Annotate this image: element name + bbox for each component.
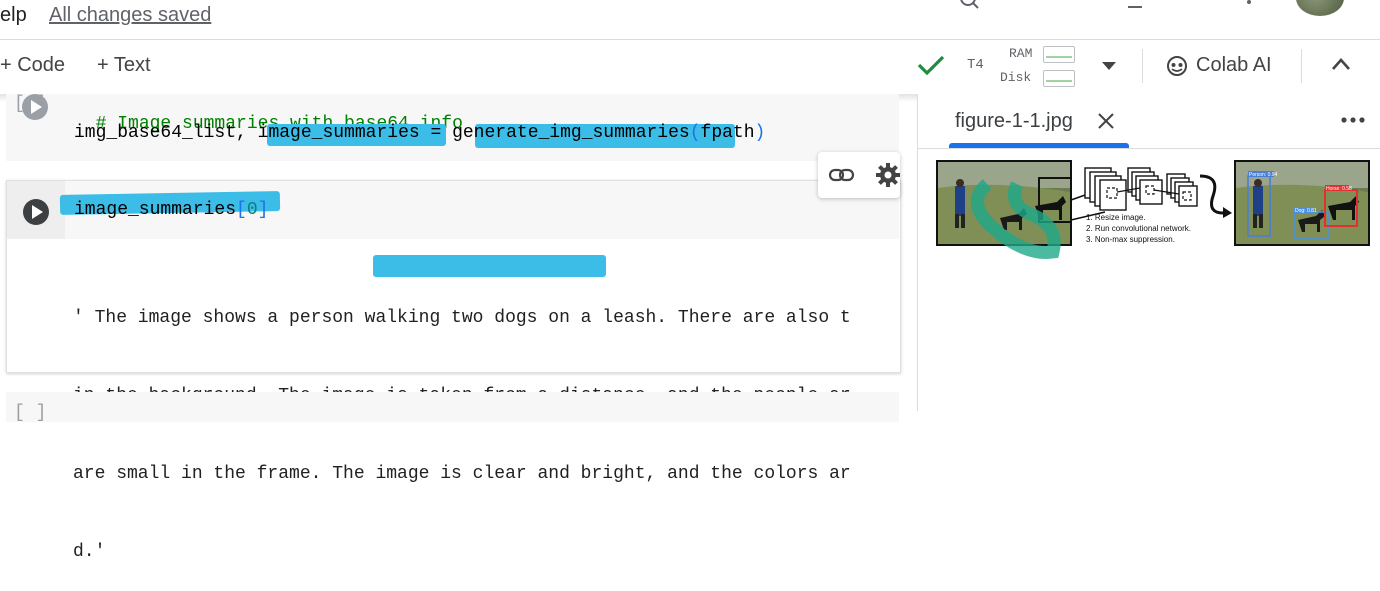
disk-meter[interactable] bbox=[1043, 70, 1075, 87]
code-line-assignment[interactable]: img_base64_list, image_summaries = gener… bbox=[74, 123, 765, 143]
menu-help[interactable]: elp bbox=[0, 4, 27, 27]
toolbar-separator bbox=[1301, 49, 1302, 83]
code-token: generate_img_summaries bbox=[452, 123, 690, 143]
run-cell-icon[interactable] bbox=[21, 197, 51, 227]
tab-divider bbox=[918, 148, 1380, 149]
resources-dropdown-icon[interactable] bbox=[1100, 60, 1118, 72]
output-line: d.' bbox=[73, 542, 106, 562]
colab-ai-icon[interactable] bbox=[1166, 55, 1188, 77]
chevron-up-icon[interactable] bbox=[1330, 56, 1352, 72]
code-token: ( bbox=[689, 123, 701, 143]
cell-toolbar bbox=[818, 152, 900, 198]
figure-step: 2. Run convolutional network. bbox=[1086, 224, 1191, 233]
output-line: are small in the frame. The image is cle… bbox=[73, 464, 851, 484]
code-token: img_base64_list, bbox=[74, 123, 258, 143]
execution-count: [ ] bbox=[14, 403, 47, 423]
add-text-button[interactable]: + Text bbox=[97, 54, 151, 77]
tab-figure-1-1[interactable]: figure-1-1.jpg bbox=[955, 110, 1073, 133]
cell-output: ' The image shows a person walking two d… bbox=[73, 253, 899, 591]
detection-label: Horse: 0.58 bbox=[1326, 186, 1352, 192]
avatar[interactable] bbox=[1296, 0, 1344, 16]
toolbar-separator bbox=[1142, 49, 1143, 83]
search-icon[interactable] bbox=[956, 0, 986, 10]
code-token: [ bbox=[236, 200, 247, 220]
output-line: ' The image shows a person walking two d… bbox=[73, 308, 851, 328]
figure-step: 3. Non-max suppression. bbox=[1086, 235, 1175, 244]
code-line-index[interactable]: image_summaries[0] bbox=[74, 200, 268, 220]
figure-step: 1. Resize image. bbox=[1086, 213, 1146, 222]
code-token: image_summaries bbox=[257, 123, 420, 143]
code-token: ] bbox=[257, 200, 269, 220]
code-cell-3[interactable] bbox=[6, 392, 899, 422]
connected-check-icon bbox=[917, 55, 945, 76]
link-icon[interactable] bbox=[828, 164, 856, 186]
code-token: ) bbox=[754, 123, 766, 143]
ram-meter[interactable] bbox=[1043, 46, 1075, 63]
add-code-button[interactable]: + Code bbox=[0, 54, 65, 77]
detection-label: Dog: 0.81 bbox=[1295, 208, 1317, 214]
toolbar-divider bbox=[0, 39, 1380, 40]
figure-image: 1. Resize image. 2. Run convolutional ne… bbox=[935, 158, 1375, 262]
colab-ai-button[interactable]: Colab AI bbox=[1196, 54, 1272, 77]
code-token: fpath bbox=[700, 123, 755, 143]
save-status-link[interactable]: All changes saved bbox=[49, 4, 211, 27]
run-cell-icon[interactable] bbox=[20, 92, 50, 122]
keyboard-icon[interactable] bbox=[1128, 0, 1142, 8]
disk-label: Disk bbox=[1000, 70, 1032, 85]
detection-label: Person: 0.94 bbox=[1249, 172, 1278, 178]
code-token: image_summaries bbox=[74, 200, 237, 220]
settings-icon[interactable] bbox=[874, 161, 900, 189]
code-token: 0 bbox=[246, 200, 258, 220]
more-horiz-icon[interactable] bbox=[1340, 110, 1366, 130]
ram-label: RAM bbox=[1009, 46, 1033, 61]
runtime-type[interactable]: T4 bbox=[967, 57, 984, 73]
close-icon[interactable] bbox=[1097, 112, 1115, 130]
more-vert-icon[interactable] bbox=[1247, 0, 1251, 4]
code-token: = bbox=[419, 123, 453, 143]
